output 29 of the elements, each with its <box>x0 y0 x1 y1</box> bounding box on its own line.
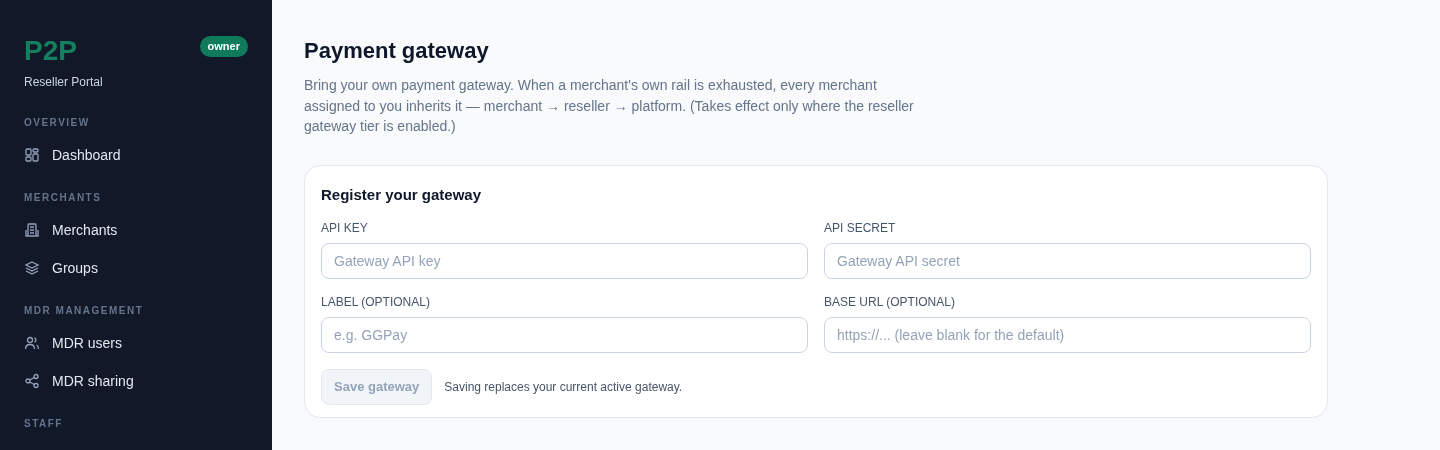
input-field[interactable]: https://... (leave blank for the default) <box>824 317 1311 353</box>
nav-item[interactable]: Dashboard <box>24 136 248 174</box>
nav-section-heading: MERCHANTS <box>24 191 103 205</box>
input-field[interactable]: Gateway API key <box>321 243 808 279</box>
logo: P2P <box>24 36 78 66</box>
save-note: Saving replaces your current active gateway. <box>444 379 683 396</box>
grid-icon <box>24 147 40 163</box>
input-field[interactable]: Gateway API secret <box>824 243 1311 279</box>
building-icon <box>24 222 40 238</box>
portal-subtitle: Reseller Portal <box>24 74 103 91</box>
card-title: Register your gateway <box>321 184 483 205</box>
nav-section-heading: STAFF <box>24 417 64 431</box>
page-title: Payment gateway <box>304 37 490 65</box>
layers-icon <box>24 260 40 276</box>
nav-section-heading: OVERVIEW <box>24 116 91 130</box>
field-label: BASE URL (OPTIONAL) <box>824 294 956 311</box>
nav-item[interactable]: MDR users <box>24 324 248 362</box>
page-description: Bring your own payment gateway. When a merchant's own rail is exhausted, every merchant assigned to you inherits it — merchant → reseller → platform. (Takes effect only where the reseller gateway tier is enabled.) <box>304 76 915 136</box>
nav-item[interactable]: MDR sharing <box>24 362 248 400</box>
users-icon <box>24 335 40 351</box>
input-field[interactable]: e.g. GGPay <box>321 317 808 353</box>
nav-item[interactable]: Groups <box>24 249 248 287</box>
field-label: API SECRET <box>824 220 897 237</box>
role-badge: owner <box>199 36 248 57</box>
nav-section-heading: MDR MANAGEMENT <box>24 304 145 318</box>
field-label: LABEL (OPTIONAL) <box>321 294 431 311</box>
share-icon <box>24 373 40 389</box>
field-label: API KEY <box>321 220 369 237</box>
nav-item[interactable]: Merchants <box>24 211 248 249</box>
